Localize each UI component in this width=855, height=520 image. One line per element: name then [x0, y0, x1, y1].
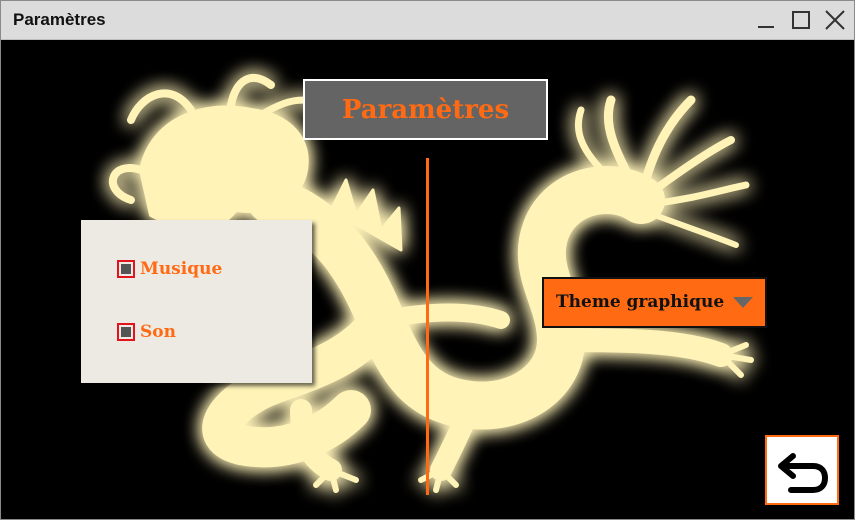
- audio-options-panel: Musique Son: [81, 220, 312, 383]
- page-title-box: Paramètres: [303, 79, 548, 140]
- checkbox-checked-mark: [121, 327, 131, 337]
- theme-select-label: Theme graphique: [556, 292, 725, 312]
- app-window: Paramètres Paramètres Musique Son Theme …: [0, 0, 855, 520]
- sound-checkbox[interactable]: [117, 323, 135, 341]
- maximize-icon: [792, 11, 810, 29]
- page-title: Paramètres: [341, 94, 510, 125]
- close-button[interactable]: [822, 8, 848, 32]
- window-title: Paramètres: [13, 10, 106, 29]
- music-option[interactable]: Musique: [117, 259, 222, 279]
- close-icon: [825, 10, 845, 30]
- music-label: Musique: [140, 259, 223, 279]
- minimize-icon: [758, 26, 774, 28]
- settings-screen: Paramètres Musique Son Theme graphique: [1, 40, 854, 519]
- title-bar[interactable]: Paramètres: [1, 1, 854, 40]
- maximize-button[interactable]: [788, 8, 814, 32]
- sound-label: Son: [140, 322, 176, 342]
- music-checkbox[interactable]: [117, 260, 135, 278]
- minimize-button[interactable]: [754, 8, 780, 32]
- theme-select[interactable]: Theme graphique: [542, 277, 767, 328]
- sound-option[interactable]: Son: [117, 322, 176, 342]
- back-button[interactable]: [765, 435, 839, 505]
- checkbox-checked-mark: [121, 264, 131, 274]
- vertical-divider: [426, 158, 429, 495]
- return-arrow-icon: [778, 453, 828, 493]
- chevron-down-icon: [733, 297, 753, 308]
